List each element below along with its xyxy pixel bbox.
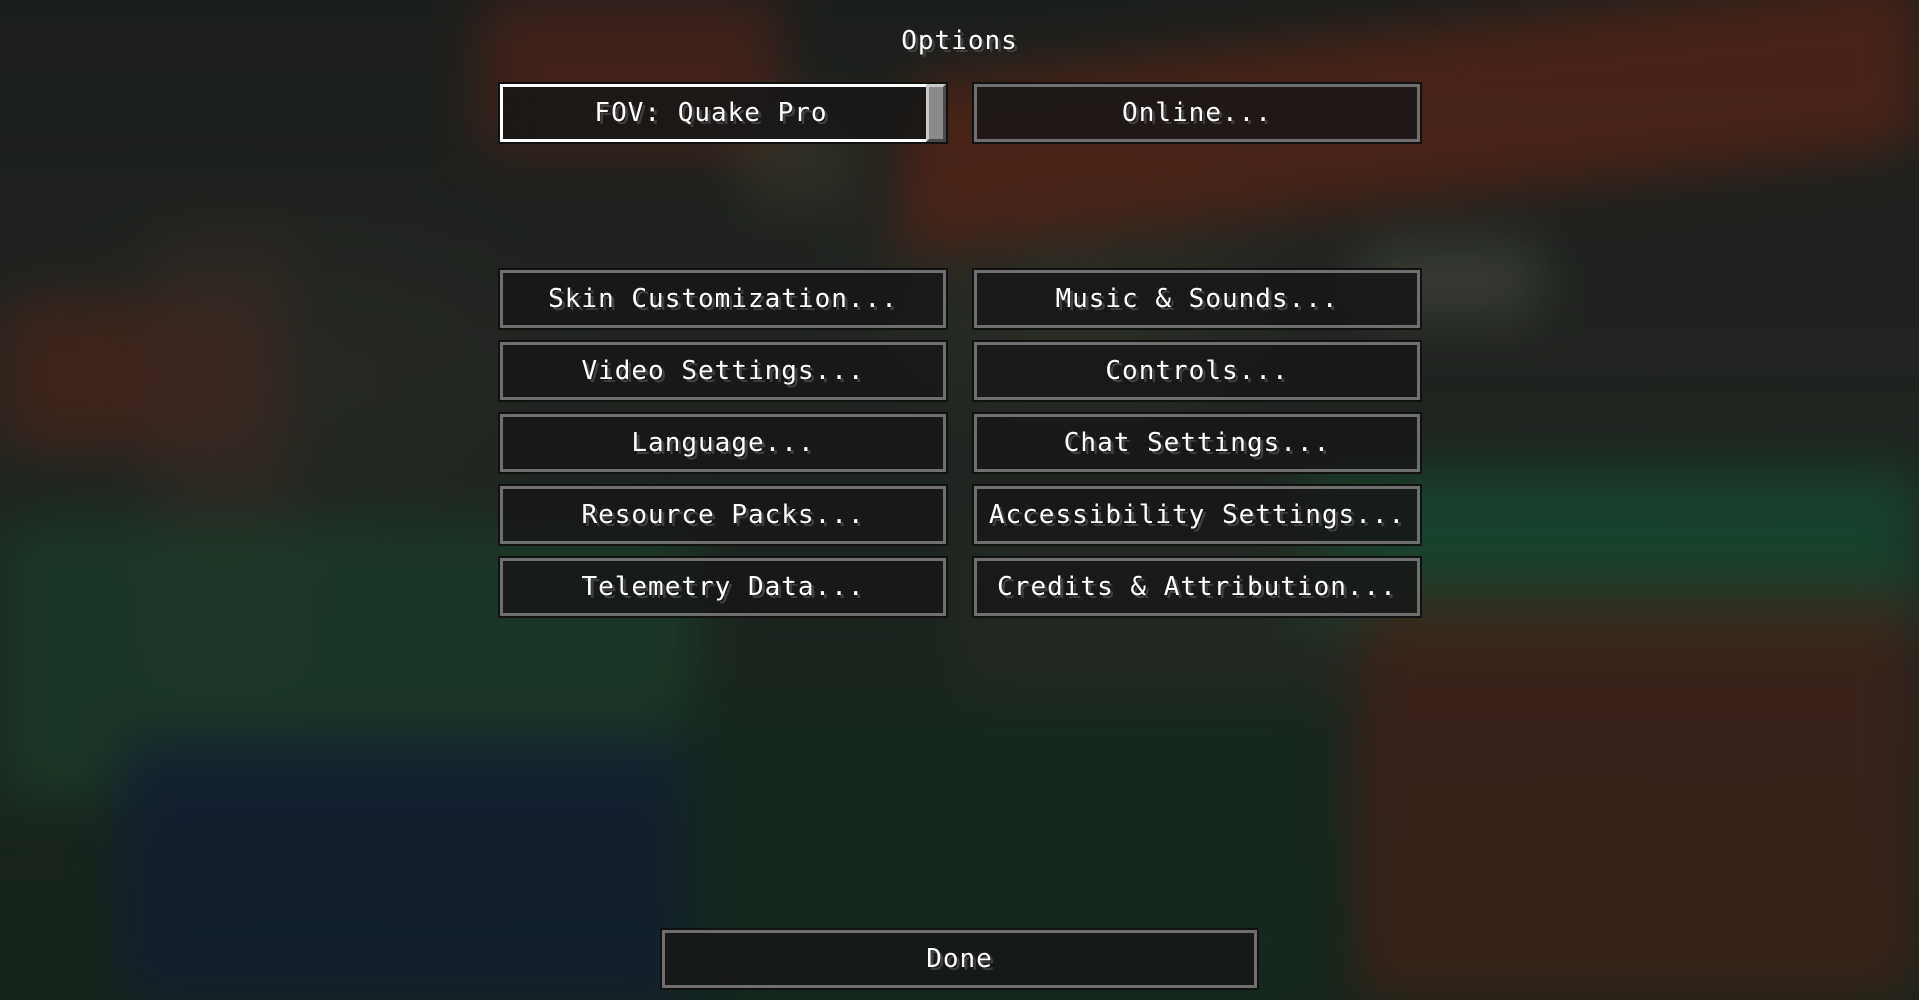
fov-slider-label: FOV: Quake Pro	[594, 98, 828, 128]
fov-slider-handle[interactable]	[926, 84, 946, 142]
background-dim-overlay	[0, 0, 1919, 1000]
skin-customization-button[interactable]: Skin Customization...	[498, 268, 948, 330]
video-settings-button[interactable]: Video Settings...	[498, 340, 948, 402]
accessibility-settings-button[interactable]: Accessibility Settings...	[972, 484, 1422, 546]
music-sounds-button[interactable]: Music & Sounds...	[972, 268, 1422, 330]
controls-button[interactable]: Controls...	[972, 340, 1422, 402]
options-screen: Options FOV: Quake Pro Online... Skin Cu…	[0, 0, 1919, 1000]
credits-attribution-button[interactable]: Credits & Attribution...	[972, 556, 1422, 618]
chat-settings-button[interactable]: Chat Settings...	[972, 412, 1422, 474]
resource-packs-button[interactable]: Resource Packs...	[498, 484, 948, 546]
online-button[interactable]: Online...	[972, 82, 1422, 144]
done-button[interactable]: Done	[660, 928, 1259, 990]
page-title: Options	[901, 26, 1018, 56]
language-button[interactable]: Language...	[498, 412, 948, 474]
fov-slider[interactable]: FOV: Quake Pro	[498, 82, 948, 144]
telemetry-data-button[interactable]: Telemetry Data...	[498, 556, 948, 618]
